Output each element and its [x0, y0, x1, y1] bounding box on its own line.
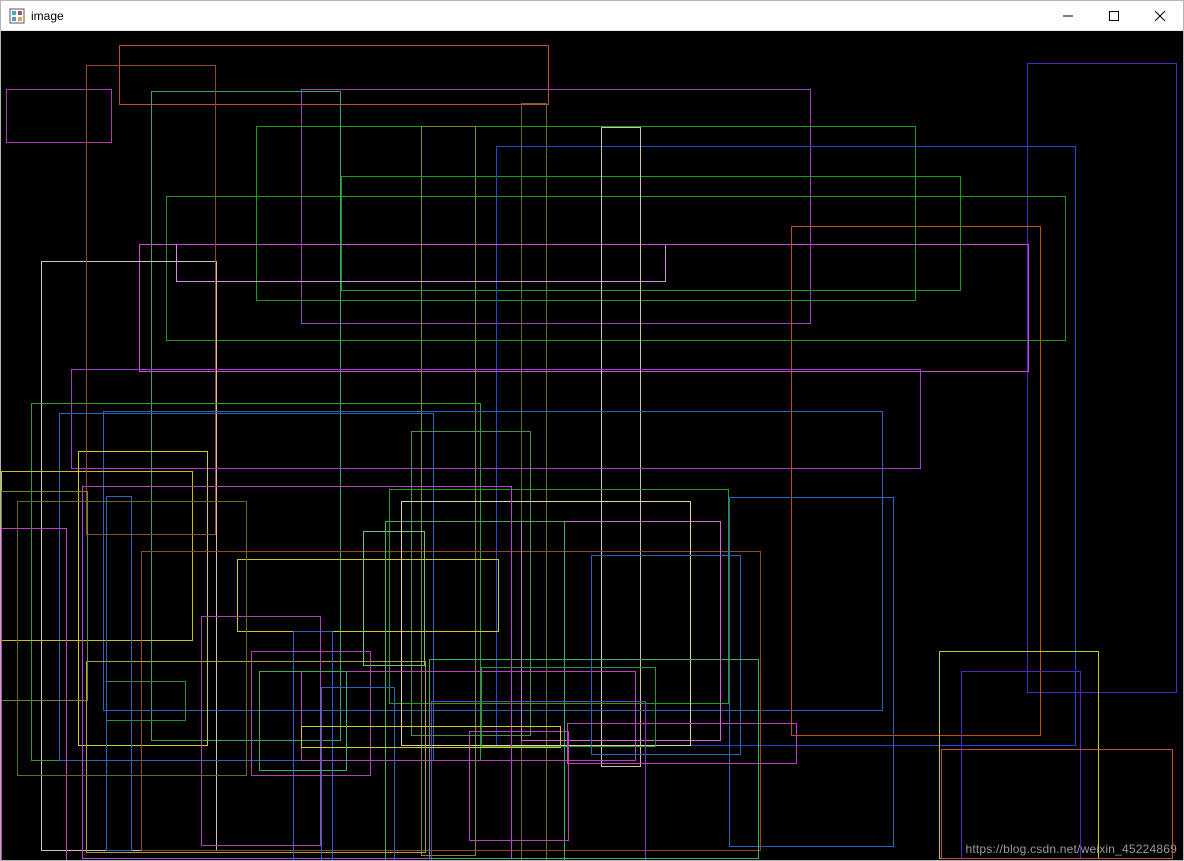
rectangle	[17, 501, 247, 776]
app-window: image https://blog.csdn.net/weixin_45224…	[0, 0, 1184, 861]
window-title: image	[31, 9, 1045, 23]
app-icon	[9, 8, 25, 24]
maximize-button[interactable]	[1091, 1, 1137, 30]
rectangle	[86, 65, 216, 535]
rectangle	[259, 671, 347, 771]
minimize-button[interactable]	[1045, 1, 1091, 30]
window-controls	[1045, 1, 1183, 30]
rectangle	[429, 659, 759, 859]
titlebar[interactable]: image	[1, 1, 1183, 31]
close-button[interactable]	[1137, 1, 1183, 30]
rectangle	[941, 749, 1173, 859]
image-viewport: https://blog.csdn.net/weixin_45224869	[1, 31, 1183, 860]
rectangle	[139, 244, 1029, 372]
